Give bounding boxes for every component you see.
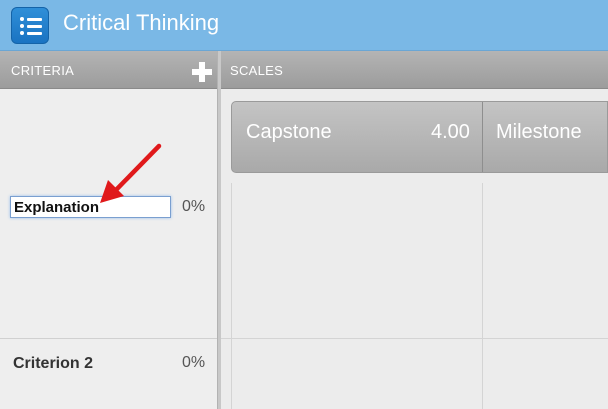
plus-icon[interactable] (192, 62, 212, 82)
criterion-percent: 0% (182, 198, 206, 215)
list-line (27, 17, 42, 21)
criteria-header-label: CRITERIA (11, 63, 75, 78)
scales-header: SCALES (221, 51, 608, 89)
criteria-panel: 0% Criterion 2 0% (0, 89, 217, 409)
scale-cell[interactable] (483, 183, 608, 338)
scales-header-label: SCALES (230, 63, 284, 78)
scale-name[interactable]: Milestone (496, 121, 582, 144)
scale-name[interactable]: Capstone (246, 121, 332, 144)
app-title: Critical Thinking (63, 10, 220, 35)
criterion-name-input[interactable] (10, 196, 171, 218)
criterion-row[interactable]: 0% (0, 89, 217, 339)
list-bullet (20, 17, 24, 21)
scale-cell[interactable] (232, 339, 482, 409)
criterion-row[interactable]: Criterion 2 0% (0, 339, 217, 409)
list-menu-icon[interactable] (11, 7, 49, 44)
scales-panel: Capstone 4.00 Milestone (221, 89, 608, 409)
scale-cell[interactable] (232, 183, 482, 338)
scale-cell[interactable] (483, 339, 608, 409)
list-bullet (20, 24, 24, 28)
criterion-name: Criterion 2 (13, 355, 94, 372)
scale-score[interactable]: 4.00 (431, 121, 470, 144)
criterion-percent: 0% (182, 354, 206, 371)
list-line (27, 31, 42, 35)
title-bar: Critical Thinking (0, 0, 608, 51)
criteria-header: CRITERIA (0, 51, 219, 89)
plus-icon-vertical (199, 62, 205, 82)
scale-divider (482, 102, 483, 172)
scale-header-card: Capstone 4.00 Milestone (231, 101, 608, 173)
list-line (27, 24, 42, 28)
list-bullet (20, 31, 24, 35)
